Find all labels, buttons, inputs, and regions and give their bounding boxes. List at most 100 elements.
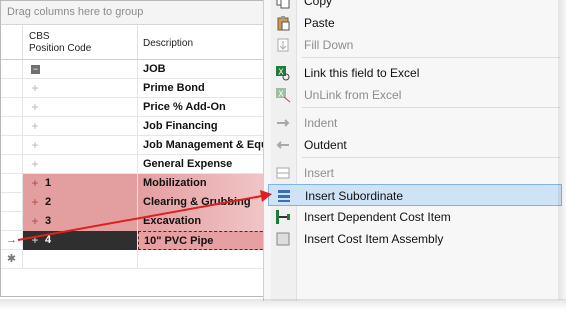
- description-cell[interactable]: Job Management & Equ: [138, 136, 271, 155]
- description-cell[interactable]: Price % Add-On: [138, 98, 271, 117]
- description-header-label: Description: [143, 38, 194, 49]
- cbs-position-code-cell[interactable]: −: [23, 60, 138, 79]
- cbs-position-code-cell[interactable]: [23, 250, 138, 269]
- row-indicator[interactable]: [1, 60, 23, 79]
- context-menu: Copy Paste Fill Down X Link this field to Ex…: [263, 0, 566, 301]
- description-cell[interactable]: JOB: [138, 60, 271, 79]
- grid-rows: − JOB + Prime Bond + Price % Add-On + Job Finan…: [1, 60, 271, 269]
- row-indicator[interactable]: [1, 193, 23, 212]
- description-cell[interactable]: Clearing & Grubbing: [138, 193, 271, 212]
- description-cell[interactable]: 10" PVC Pipe: [138, 231, 271, 250]
- expand-icon[interactable]: +: [29, 231, 41, 249]
- menu-item-label: Outdent: [304, 138, 347, 152]
- menu-item-insert-cost-item-assembly[interactable]: Insert Cost Item Assembly: [268, 228, 562, 250]
- menu-item-indent[interactable]: Indent: [268, 112, 562, 134]
- row-indicator[interactable]: [1, 98, 23, 117]
- position-code: 1: [45, 177, 52, 189]
- row-indicator[interactable]: [1, 79, 23, 98]
- description-cell[interactable]: [138, 250, 271, 269]
- insert-assembly-icon: [276, 232, 290, 246]
- menu-item-link-this-field-to-excel[interactable]: X Link this field to Excel: [268, 62, 562, 84]
- cbs-position-code-cell[interactable]: +: [23, 117, 138, 136]
- menu-shadow: [558, 0, 566, 300]
- fill-down-icon: [277, 38, 289, 52]
- table-row[interactable]: +1 Mobilization: [1, 174, 271, 193]
- table-row[interactable]: + Job Management & Equ: [1, 136, 271, 155]
- position-code: 2: [45, 196, 52, 208]
- description-cell[interactable]: Excavation: [138, 212, 271, 231]
- table-row[interactable]: + Prime Bond: [1, 79, 271, 98]
- cbs-position-code-cell[interactable]: +: [23, 155, 138, 174]
- menu-item-label: Insert Cost Item Assembly: [304, 232, 444, 246]
- row-indicator[interactable]: [1, 136, 23, 155]
- menu-item-label: Insert Dependent Cost Item: [304, 210, 451, 224]
- position-code: 3: [45, 215, 52, 227]
- copy-icon: [276, 0, 290, 9]
- menu-item-paste[interactable]: Paste: [268, 12, 562, 34]
- collapse-icon[interactable]: −: [31, 65, 40, 74]
- table-row[interactable]: +2 Clearing & Grubbing: [1, 193, 271, 212]
- menu-item-label: Paste: [304, 16, 335, 30]
- row-indicator[interactable]: [1, 117, 23, 136]
- new-row[interactable]: ✱: [1, 250, 271, 269]
- column-header-cbs-position-code[interactable]: CBS Position Code: [23, 26, 138, 60]
- row-indicator[interactable]: [1, 212, 23, 231]
- cbs-position-code-cell[interactable]: +: [23, 136, 138, 155]
- description-cell[interactable]: Job Financing: [138, 117, 271, 136]
- table-row[interactable]: + Job Financing: [1, 117, 271, 136]
- cbs-position-code-cell[interactable]: +3: [23, 212, 138, 231]
- expand-icon[interactable]: +: [29, 136, 41, 154]
- cbs-position-code-cell[interactable]: +4: [23, 231, 138, 250]
- menu-item-label: Fill Down: [304, 38, 354, 52]
- expand-icon[interactable]: +: [29, 193, 41, 211]
- menu-item-insert-dependent-cost-item[interactable]: Insert Dependent Cost Item: [268, 206, 562, 228]
- table-row[interactable]: + General Expense: [1, 155, 271, 174]
- description-cell[interactable]: Mobilization: [138, 174, 271, 193]
- insert-dependent-icon: [276, 210, 290, 224]
- menu-item-fill-down[interactable]: Fill Down: [268, 34, 562, 56]
- excel-unlink-icon: X: [276, 88, 291, 103]
- menu-item-insert[interactable]: Insert: [268, 162, 562, 184]
- insert-icon: [276, 167, 290, 179]
- description-cell[interactable]: General Expense: [138, 155, 271, 174]
- insert-subordinate-icon: [278, 190, 290, 202]
- expand-icon[interactable]: +: [29, 98, 41, 116]
- menu-separator: [302, 107, 560, 108]
- menu-item-label: Link this field to Excel: [304, 66, 420, 80]
- group-by-panel[interactable]: Drag columns here to group: [1, 1, 271, 25]
- cbs-position-code-cell[interactable]: +1: [23, 174, 138, 193]
- menu-item-label: Indent: [304, 116, 338, 130]
- expand-icon[interactable]: +: [29, 117, 41, 135]
- row-indicator[interactable]: ✱: [1, 250, 23, 269]
- menu-item-label: Insert Subordinate: [305, 189, 404, 203]
- row-indicator[interactable]: [1, 155, 23, 174]
- cbs-position-code-cell[interactable]: +: [23, 98, 138, 117]
- cbs-header-label: CBS Position Code: [29, 31, 92, 54]
- table-row[interactable]: → +4 10" PVC Pipe: [1, 231, 271, 250]
- excel-link-icon: X: [276, 66, 290, 81]
- svg-text:X: X: [278, 90, 284, 99]
- expand-icon[interactable]: +: [29, 79, 41, 97]
- description-cell[interactable]: Prime Bond: [138, 79, 271, 98]
- menu-separator: [302, 157, 560, 158]
- indent-icon: [277, 119, 290, 127]
- menu-item-copy[interactable]: Copy: [268, 0, 562, 12]
- cbs-position-code-cell[interactable]: +2: [23, 193, 138, 212]
- menu-item-unlink-from-excel[interactable]: X UnLink from Excel: [268, 84, 562, 106]
- row-indicator[interactable]: →: [1, 231, 23, 250]
- table-row[interactable]: +3 Excavation: [1, 212, 271, 231]
- expand-icon[interactable]: +: [29, 155, 41, 173]
- menu-item-label: UnLink from Excel: [304, 88, 402, 102]
- outdent-icon: [276, 141, 289, 149]
- expand-icon[interactable]: +: [29, 212, 41, 230]
- table-row[interactable]: + Price % Add-On: [1, 98, 271, 117]
- row-indicator[interactable]: [1, 174, 23, 193]
- column-header-description[interactable]: Description: [138, 26, 271, 60]
- menu-item-outdent[interactable]: Outdent: [268, 134, 562, 156]
- menu-item-insert-subordinate[interactable]: Insert Subordinate: [268, 184, 562, 206]
- table-row[interactable]: − JOB: [1, 60, 271, 79]
- expand-icon[interactable]: +: [29, 174, 41, 192]
- paste-icon: [277, 16, 290, 31]
- row-indicator-header: [1, 26, 23, 60]
- cbs-position-code-cell[interactable]: +: [23, 79, 138, 98]
